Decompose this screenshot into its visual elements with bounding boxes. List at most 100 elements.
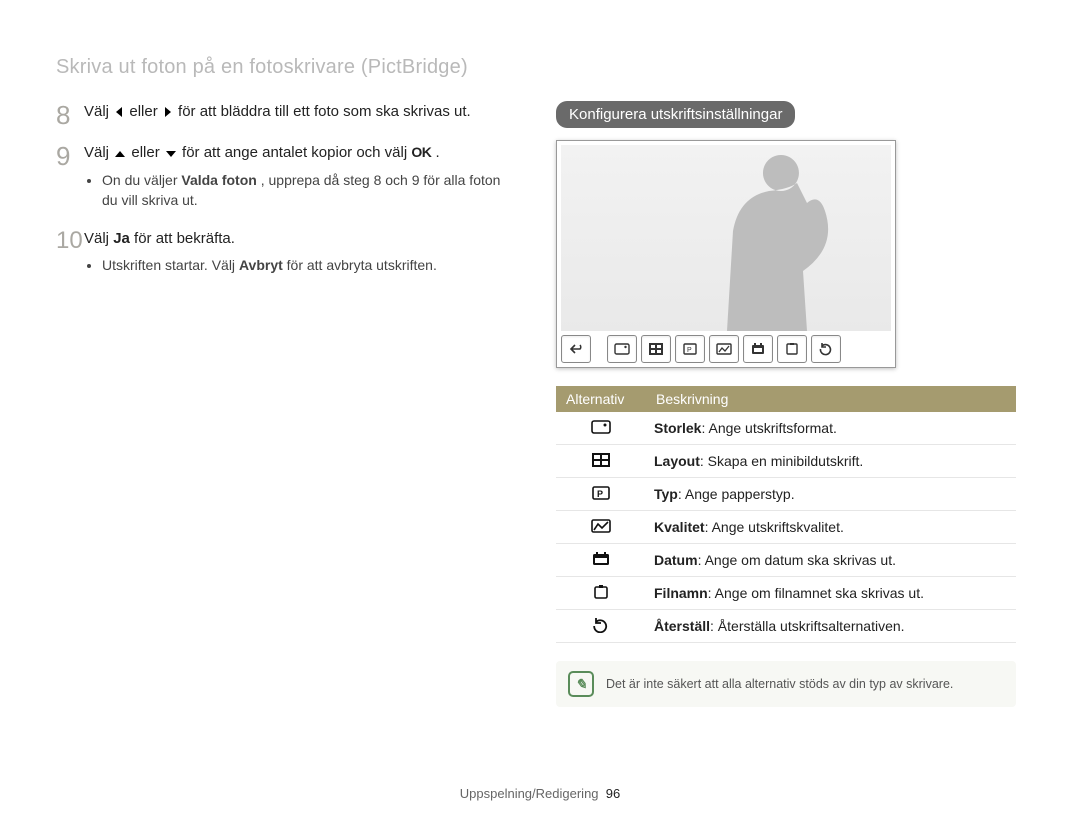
- text: On du väljer: [102, 172, 181, 188]
- table-row: Datum: Ange om datum ska skrivas ut.: [556, 544, 1016, 577]
- note-box: ✎ Det är inte säkert att alla alternativ…: [556, 661, 1016, 707]
- option-icon-cell: [556, 577, 646, 610]
- text: eller: [129, 103, 162, 120]
- reset-icon: [590, 616, 612, 634]
- camera-preview: P: [556, 140, 896, 368]
- text: Utskriften startar. Välj: [102, 257, 239, 273]
- text: för att bläddra till ett foto som ska sk…: [178, 103, 471, 120]
- table-row: Kvalitet: Ange utskriftskvalitet.: [556, 511, 1016, 544]
- bullet-list: On du väljer Valda foton , upprepa då st…: [102, 171, 516, 210]
- footer-section: Uppspelning/Redigering: [460, 786, 599, 801]
- option-label: Kvalitet: [654, 519, 705, 535]
- text-bold: Valda foton: [181, 172, 256, 188]
- filename-icon: [590, 583, 612, 601]
- size-icon: [590, 418, 612, 436]
- ok-icon: OK: [411, 144, 431, 160]
- option-desc-cell: Återställ: Återställa utskriftsalternati…: [646, 610, 1016, 643]
- text-bold: Ja: [113, 230, 130, 247]
- option-desc-cell: Typ: Ange papperstyp.: [646, 478, 1016, 511]
- svg-text:P: P: [687, 347, 692, 354]
- note-text: Det är inte säkert att alla alternativ s…: [606, 677, 953, 691]
- table-row: Filnamn: Ange om filnamnet ska skrivas u…: [556, 577, 1016, 610]
- quality-icon: [590, 517, 612, 535]
- preview-toolbar: P: [561, 331, 891, 364]
- option-icon-cell: [556, 610, 646, 643]
- up-arrow-icon: [114, 144, 126, 165]
- option-desc-cell: Kvalitet: Ange utskriftskvalitet.: [646, 511, 1016, 544]
- text: Välj: [84, 144, 113, 161]
- column-left: 8 Välj eller för att bläddra till ett fo…: [56, 101, 516, 707]
- step-body: Välj Ja för att bekräfta. Utskriften sta…: [84, 228, 516, 279]
- table-row: Storlek: Ange utskriftsformat.: [556, 412, 1016, 445]
- th-desc: Beskrivning: [646, 386, 1016, 412]
- page-number: 96: [606, 786, 620, 801]
- step-body: Välj eller för att bläddra till ett foto…: [84, 101, 516, 124]
- table-row: P Typ: Ange papperstyp.: [556, 478, 1016, 511]
- option-desc: : Skapa en minibildutskrift.: [700, 453, 863, 469]
- option-desc: : Ange utskriftsformat.: [701, 420, 836, 436]
- option-label: Typ: [654, 486, 678, 502]
- bullet-list: Utskriften startar. Välj Avbryt för att …: [102, 256, 516, 276]
- down-arrow-icon: [165, 144, 177, 165]
- toolbar-type-button[interactable]: P: [675, 335, 705, 363]
- toolbar-date-button[interactable]: [743, 335, 773, 363]
- toolbar-layout-button[interactable]: [641, 335, 671, 363]
- option-icon-cell: P: [556, 478, 646, 511]
- silhouette-icon: [691, 145, 831, 331]
- text: Välj: [84, 103, 113, 120]
- option-desc-cell: Datum: Ange om datum ska skrivas ut.: [646, 544, 1016, 577]
- toolbar-size-button[interactable]: [607, 335, 637, 363]
- text: för att bekräfta.: [134, 230, 235, 247]
- text: för att ange antalet kopior och välj: [182, 144, 411, 161]
- date-icon: [590, 550, 612, 568]
- step-number: 9: [56, 142, 84, 169]
- option-desc: : Ange utskriftskvalitet.: [705, 519, 844, 535]
- text: .: [436, 144, 440, 161]
- toolbar-quality-button[interactable]: [709, 335, 739, 363]
- table-row: Layout: Skapa en minibildutskrift.: [556, 445, 1016, 478]
- option-label: Återställ: [654, 618, 710, 634]
- option-label: Storlek: [654, 420, 701, 436]
- right-arrow-icon: [163, 103, 173, 124]
- list-item: Utskriften startar. Välj Avbryt för att …: [102, 256, 516, 276]
- step-number: 10: [56, 228, 84, 253]
- toolbar-filename-button[interactable]: [777, 335, 807, 363]
- text: för att avbryta utskriften.: [287, 257, 437, 273]
- left-arrow-icon: [114, 103, 124, 124]
- step-body: Välj eller för att ange antalet kopior o…: [84, 142, 516, 214]
- type-icon: P: [590, 484, 612, 502]
- step-9: 9 Välj eller för att ange antalet kopior…: [56, 142, 516, 214]
- text-bold: Avbryt: [239, 257, 283, 273]
- section-heading: Konfigurera utskriftsinställningar: [556, 101, 795, 128]
- back-button[interactable]: [561, 335, 591, 363]
- option-label: Layout: [654, 453, 700, 469]
- page-title: Skriva ut foton på en fotoskrivare (Pict…: [56, 56, 1024, 79]
- list-item: On du väljer Valda foton , upprepa då st…: [102, 171, 516, 210]
- option-icon-cell: [556, 511, 646, 544]
- option-desc-cell: Storlek: Ange utskriftsformat.: [646, 412, 1016, 445]
- option-desc: : Ange om filnamnet ska skrivas ut.: [708, 585, 924, 601]
- toolbar-reset-button[interactable]: [811, 335, 841, 363]
- option-icon-cell: [556, 544, 646, 577]
- preview-image: [561, 145, 891, 331]
- note-icon: ✎: [568, 671, 594, 697]
- step-number: 8: [56, 101, 84, 128]
- step-8: 8 Välj eller för att bläddra till ett fo…: [56, 101, 516, 128]
- page: Skriva ut foton på en fotoskrivare (Pict…: [0, 0, 1080, 815]
- footer: Uppspelning/Redigering 96: [0, 786, 1080, 801]
- th-option: Alternativ: [556, 386, 646, 412]
- option-label: Datum: [654, 552, 698, 568]
- step-10: 10 Välj Ja för att bekräfta. Utskriften …: [56, 228, 516, 279]
- option-icon-cell: [556, 445, 646, 478]
- options-table: Alternativ Beskrivning Storlek: Ange uts…: [556, 386, 1016, 643]
- option-desc: : Återställa utskriftsalternativen.: [710, 618, 905, 634]
- option-desc: : Ange om datum ska skrivas ut.: [698, 552, 896, 568]
- option-icon-cell: [556, 412, 646, 445]
- table-header-row: Alternativ Beskrivning: [556, 386, 1016, 412]
- columns: 8 Välj eller för att bläddra till ett fo…: [56, 101, 1024, 707]
- svg-text:P: P: [597, 489, 603, 499]
- option-desc-cell: Filnamn: Ange om filnamnet ska skrivas u…: [646, 577, 1016, 610]
- table-row: Återställ: Återställa utskriftsalternati…: [556, 610, 1016, 643]
- column-right: Konfigurera utskriftsinställningar: [556, 101, 1016, 707]
- option-label: Filnamn: [654, 585, 708, 601]
